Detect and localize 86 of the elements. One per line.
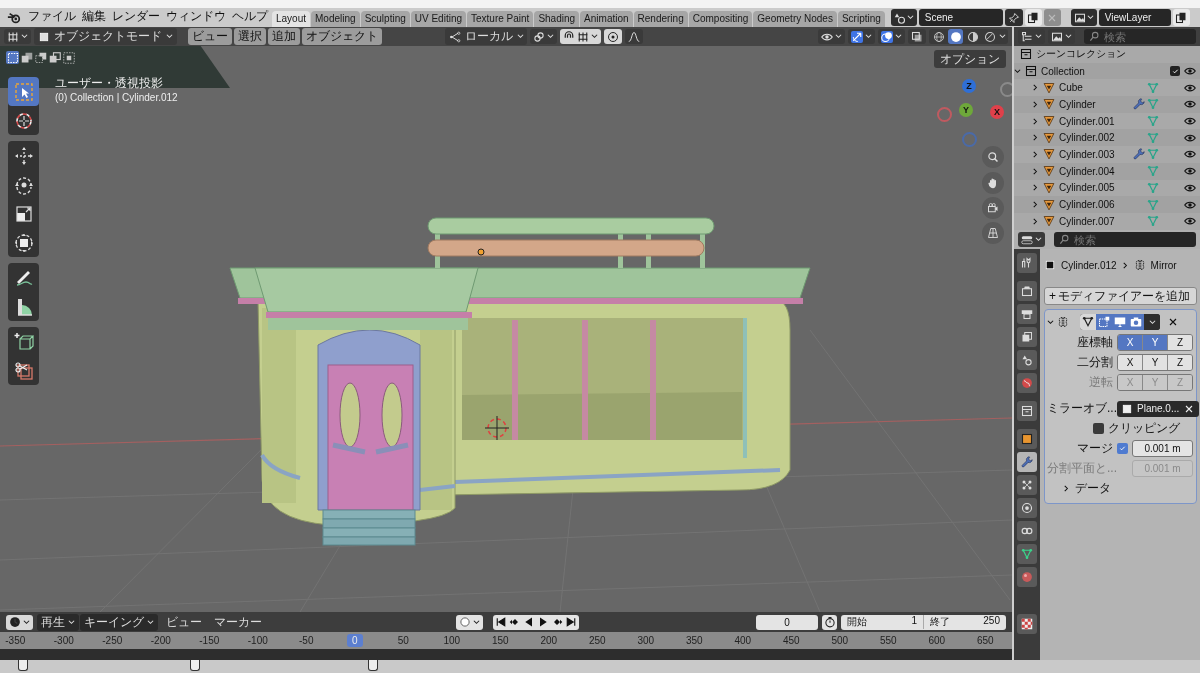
workspace-tab[interactable]: UV Editing: [410, 11, 466, 27]
orientation-dropdown[interactable]: ローカル: [445, 28, 527, 45]
menu-button[interactable]: ビュー: [188, 28, 232, 45]
frame-number: -50: [299, 635, 314, 646]
search-field[interactable]: 検索: [1084, 29, 1196, 44]
checkbox-label: クリッピング: [1108, 420, 1180, 437]
breadcrumb-object: Cylinder.012: [1061, 259, 1117, 271]
menu-dropdown[interactable]: キーイング: [80, 613, 158, 631]
workspace-tab[interactable]: Compositing: [688, 11, 753, 27]
field-value: 1: [911, 615, 917, 628]
search-field[interactable]: 検索: [1054, 232, 1196, 247]
field-label: 座標軸: [1076, 334, 1113, 351]
menu-item[interactable]: ヘルプ: [232, 8, 268, 25]
view-layer-name-field[interactable]: ViewLayer: [1098, 9, 1171, 26]
menu-item[interactable]: ウィンドウ: [166, 8, 226, 25]
view-name: ユーザー・透視投影: [55, 75, 163, 92]
workspace-tab[interactable]: Sculpting: [360, 11, 410, 27]
axis-z-dot[interactable]: Z: [962, 79, 976, 93]
tree-item[interactable]: Collection: [1041, 65, 1101, 77]
tree-item[interactable]: Cylinder.002: [1059, 132, 1119, 144]
menu-dropdown[interactable]: 再生: [37, 613, 79, 631]
add-modifier-button[interactable]: + モディファイアーを追加: [1044, 287, 1197, 305]
frame-number: -250: [102, 635, 123, 646]
frame-number: 650: [976, 635, 994, 646]
subpanel-header[interactable]: データ: [1075, 480, 1111, 497]
tree-item[interactable]: Cylinder.004: [1059, 165, 1119, 177]
axis-toggle[interactable]: Z: [1167, 335, 1192, 350]
frame-number: -300: [53, 635, 74, 646]
workspace-tab[interactable]: Rendering: [633, 11, 688, 27]
menu-item[interactable]: ファイル: [28, 8, 76, 25]
menu-button[interactable]: ビュー: [162, 613, 206, 631]
frame-number: -100: [247, 635, 268, 646]
end-frame-field[interactable]: 終了 250: [923, 615, 1006, 629]
field-label: 終了: [930, 615, 950, 629]
axis-y-dot[interactable]: Y: [959, 103, 973, 117]
field-value: 250: [983, 615, 1000, 628]
menu-button[interactable]: 追加: [268, 28, 300, 45]
frame-number: 100: [443, 635, 461, 646]
frame-number: -350: [5, 635, 26, 646]
frame-number: 550: [879, 635, 897, 646]
workspace-tab[interactable]: Texture Paint: [467, 11, 534, 27]
frame-number: 450: [782, 635, 800, 646]
context-info: (0) Collection | Cylinder.012: [55, 92, 178, 103]
field-label: 逆転: [1088, 374, 1113, 391]
tree-item[interactable]: Cylinder: [1059, 98, 1119, 110]
workspace-tab[interactable]: Animation: [580, 11, 633, 27]
menu-button[interactable]: マーカー: [210, 613, 266, 631]
mirror-object-field[interactable]: Plane.0...: [1117, 400, 1200, 417]
menu-item[interactable]: レンダー: [112, 8, 160, 25]
frame-number: 350: [685, 635, 703, 646]
scene-name-field[interactable]: Scene: [918, 9, 1003, 26]
frame-number: -200: [150, 635, 171, 646]
start-frame-field[interactable]: 開始 1: [841, 615, 923, 629]
frame-number: 250: [588, 635, 606, 646]
axis-x-dot[interactable]: X: [990, 105, 1004, 119]
axis-toggle[interactable]: Z: [1167, 355, 1192, 370]
current-frame-marker[interactable]: 0: [346, 634, 363, 647]
field-label: マージ: [1076, 440, 1113, 457]
frame-number: 400: [734, 635, 752, 646]
axis-toggle[interactable]: Y: [1142, 335, 1167, 350]
menu-button[interactable]: オブジェクト: [302, 28, 382, 45]
frame-number: 300: [637, 635, 655, 646]
workspace-tab[interactable]: Layout: [272, 11, 311, 27]
options-button[interactable]: オプション: [934, 50, 1006, 68]
workspace-tab[interactable]: Geometry Nodes: [753, 11, 837, 27]
workspace-tab[interactable]: Shading: [534, 11, 580, 27]
mode-dropdown[interactable]: オブジェクトモード: [34, 28, 177, 45]
frame-number: 600: [928, 635, 946, 646]
workspace-tab[interactable]: Scripting: [837, 11, 885, 27]
workspace-tab[interactable]: Modeling: [311, 11, 360, 27]
frame-number: 150: [491, 635, 509, 646]
menu-item[interactable]: 編集: [82, 8, 106, 25]
breadcrumb-modifier: Mirror: [1150, 259, 1177, 271]
frame-number: 200: [540, 635, 558, 646]
axis-toggle[interactable]: X: [1118, 335, 1142, 350]
frame-number: 500: [831, 635, 849, 646]
frame-number: 50: [397, 635, 409, 646]
tree-item[interactable]: Cylinder.006: [1059, 199, 1119, 211]
menu-button[interactable]: 選択: [234, 28, 266, 45]
frame-number: -150: [199, 635, 220, 646]
merge-distance-field[interactable]: 0.001 m: [1132, 440, 1193, 457]
axis-toggle[interactable]: X: [1118, 355, 1142, 370]
field-label: 開始: [847, 615, 867, 629]
axis-toggle[interactable]: Y: [1142, 355, 1167, 370]
field-label: 二分割: [1076, 354, 1113, 371]
current-frame-field[interactable]: 0: [756, 614, 818, 630]
